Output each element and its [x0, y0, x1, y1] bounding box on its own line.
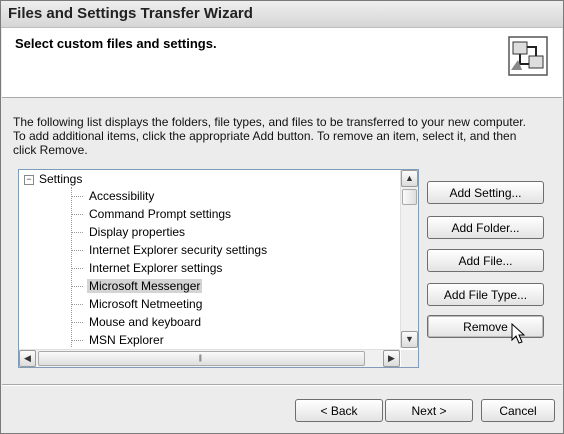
header-panel: Select custom files and settings.	[2, 28, 562, 98]
scroll-down-icon[interactable]: ▼	[401, 331, 418, 348]
tree-item-label: Command Prompt settings	[89, 207, 232, 221]
vertical-scroll-thumb[interactable]	[402, 189, 417, 205]
back-button[interactable]: < Back	[295, 399, 383, 422]
tree-item-label: Display properties	[89, 225, 186, 239]
instructions-text: The following list displays the folders,…	[13, 115, 553, 157]
tree-item-display-properties[interactable]: Display properties	[71, 224, 371, 241]
wizard-icon	[508, 36, 548, 76]
tree-item-label: Microsoft Netmeeting	[89, 297, 203, 311]
horizontal-scrollbar[interactable]: ◀ ||| ▶	[19, 349, 400, 367]
expander-icon[interactable]: −	[24, 175, 34, 185]
tree-item-microsoft-netmeeting[interactable]: Microsoft Netmeeting	[71, 296, 371, 313]
add-file-button[interactable]: Add File...	[427, 249, 544, 272]
tree-item-label: Microsoft Messenger	[87, 279, 203, 293]
tree-root-label: Settings	[39, 172, 83, 186]
tree-item-label: Accessibility	[89, 189, 155, 203]
tree-item-accessibility[interactable]: Accessibility	[71, 188, 371, 205]
tree-item-label: Internet Explorer settings	[89, 261, 223, 275]
instructions-line-2: To add additional items, click the appro…	[13, 129, 517, 143]
tree-item-msn-explorer[interactable]: MSN Explorer	[71, 332, 371, 349]
instructions-line-3: click Remove.	[13, 143, 88, 157]
window-title: Files and Settings Transfer Wizard	[8, 5, 253, 22]
tree-item-ie-settings[interactable]: Internet Explorer settings	[71, 260, 371, 277]
vertical-scrollbar[interactable]: ▲ ▼	[400, 170, 418, 348]
scroll-left-icon[interactable]: ◀	[19, 350, 36, 367]
add-folder-button[interactable]: Add Folder...	[427, 216, 544, 239]
horizontal-scroll-thumb[interactable]: |||	[38, 351, 365, 366]
add-file-type-button[interactable]: Add File Type...	[427, 283, 544, 306]
tree-item-command-prompt-settings[interactable]: Command Prompt settings	[71, 206, 371, 223]
tree-item-mouse-and-keyboard[interactable]: Mouse and keyboard	[71, 314, 371, 331]
tree-item-label: MSN Explorer	[89, 333, 164, 347]
add-setting-button[interactable]: Add Setting...	[427, 181, 544, 204]
transfer-items-tree[interactable]: − Settings Accessibility Command Prompt …	[18, 169, 419, 368]
grip-icon: |||	[198, 355, 203, 362]
remove-button[interactable]: Remove	[427, 315, 544, 338]
cancel-button[interactable]: Cancel	[481, 399, 555, 422]
scroll-right-icon[interactable]: ▶	[383, 350, 400, 367]
title-bar[interactable]: Files and Settings Transfer Wizard	[1, 1, 563, 28]
tree-item-microsoft-messenger[interactable]: Microsoft Messenger	[71, 278, 371, 295]
tree-item-label: Mouse and keyboard	[89, 315, 202, 329]
tree-item-label: Internet Explorer security settings	[89, 243, 268, 257]
scrollbar-corner	[401, 350, 418, 367]
instructions-line-1: The following list displays the folders,…	[13, 115, 526, 129]
wizard-window: Files and Settings Transfer Wizard Selec…	[0, 0, 564, 434]
scroll-up-icon[interactable]: ▲	[401, 170, 418, 187]
next-button[interactable]: Next >	[385, 399, 473, 422]
page-title: Select custom files and settings.	[15, 36, 217, 51]
footer-separator	[2, 384, 562, 386]
tree-item-ie-security-settings[interactable]: Internet Explorer security settings	[71, 242, 371, 259]
mouse-pointer-icon	[511, 323, 525, 344]
